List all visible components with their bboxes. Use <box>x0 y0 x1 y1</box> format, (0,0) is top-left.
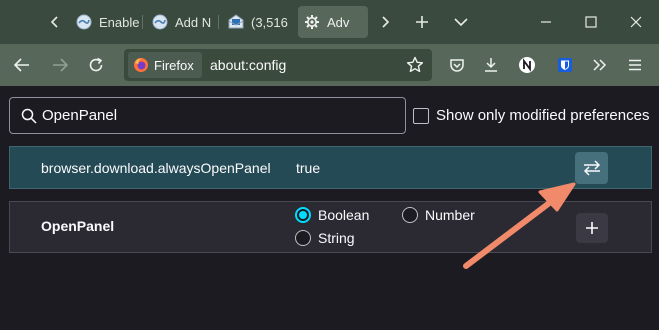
reload-button[interactable] <box>82 51 110 79</box>
arrow-right-icon <box>53 58 68 72</box>
tab-enable[interactable]: Enable <box>70 6 140 38</box>
extension-n-button[interactable] <box>513 51 541 79</box>
show-modified-label: Show only modified preferences <box>436 107 650 124</box>
maximize-button[interactable] <box>577 8 605 36</box>
extension-n-icon <box>519 57 535 73</box>
type-number-radio[interactable]: Number <box>402 207 475 223</box>
type-boolean-label: Boolean <box>318 207 370 223</box>
reload-icon <box>89 57 103 72</box>
double-chevron-right-icon <box>593 59 607 71</box>
tab-strip: Enable Add N (3,516 Adv <box>0 0 659 44</box>
firefox-logo-icon <box>134 58 148 72</box>
close-icon <box>630 16 642 28</box>
bookmark-star-button[interactable] <box>406 56 424 74</box>
search-input-value: OpenPanel <box>42 107 118 124</box>
minimize-icon <box>541 21 551 23</box>
tab-divider <box>142 15 143 29</box>
tab-title: Adv <box>327 14 350 30</box>
new-preference-name: OpenPanel <box>41 218 115 234</box>
search-icon <box>21 108 37 124</box>
address-bar[interactable]: Firefox about:config <box>124 49 432 81</box>
star-icon <box>406 56 424 73</box>
preference-name: browser.download.alwaysOpenPanel <box>41 160 271 176</box>
forward-button[interactable] <box>46 51 74 79</box>
url-text: about:config <box>210 57 287 73</box>
maximize-icon <box>585 16 597 28</box>
pocket-icon <box>450 59 464 72</box>
preference-search-input[interactable]: OpenPanel <box>9 97 406 134</box>
identity-label: Firefox <box>154 57 194 73</box>
show-modified-toggle[interactable]: Show only modified preferences <box>413 107 649 124</box>
gear-icon <box>304 14 320 30</box>
chevron-right-icon <box>382 16 390 28</box>
radio-dot[interactable] <box>402 207 418 223</box>
tab-add-n[interactable]: Add N <box>146 6 212 38</box>
preference-row[interactable]: browser.download.alwaysOpenPanel true <box>9 146 652 189</box>
navigation-toolbar: Firefox about:config <box>0 44 659 86</box>
tab-title: Enable <box>99 14 140 30</box>
inbox-icon <box>228 14 244 30</box>
downloads-button[interactable] <box>477 51 505 79</box>
radio-dot[interactable] <box>295 230 311 246</box>
type-string-label: String <box>318 230 355 246</box>
scroll-tabs-left-button[interactable] <box>44 8 66 36</box>
identity-box[interactable]: Firefox <box>128 52 202 78</box>
shield-icon <box>558 58 572 72</box>
radio-dot[interactable] <box>295 207 311 223</box>
tab-title: (3,516 <box>251 14 288 30</box>
back-button[interactable] <box>8 51 36 79</box>
download-icon <box>485 58 497 72</box>
plus-icon <box>416 16 428 28</box>
chevron-down-icon <box>454 18 468 27</box>
swap-arrows-icon <box>583 160 600 176</box>
new-tab-button[interactable] <box>408 8 436 36</box>
tab-title: Add N <box>175 14 212 30</box>
tab-divider <box>218 15 219 29</box>
chevron-left-icon <box>50 16 58 28</box>
hamburger-menu-icon <box>629 59 641 71</box>
add-preference-button[interactable] <box>576 213 608 243</box>
pocket-button[interactable] <box>443 51 471 79</box>
bitwarden-extension-button[interactable] <box>551 51 579 79</box>
application-menu-button[interactable] <box>621 51 649 79</box>
type-number-label: Number <box>425 207 475 223</box>
arrow-left-icon <box>14 58 29 72</box>
type-boolean-radio[interactable]: Boolean <box>295 207 369 223</box>
type-string-radio[interactable]: String <box>295 230 355 246</box>
show-modified-checkbox[interactable] <box>413 107 429 124</box>
toggle-preference-button[interactable] <box>575 152 608 184</box>
tab-advanced-preferences[interactable]: Adv <box>298 6 368 38</box>
tab-inbox[interactable]: (3,516 <box>222 6 288 38</box>
plus-icon <box>586 222 598 234</box>
more-tools-button[interactable] <box>586 51 614 79</box>
web-icon <box>76 14 92 30</box>
minimize-button[interactable] <box>532 8 560 36</box>
list-all-tabs-button[interactable] <box>447 8 475 36</box>
scroll-tabs-right-button[interactable] <box>374 8 396 36</box>
web-icon <box>152 14 168 30</box>
preference-value: true <box>296 160 321 176</box>
close-window-button[interactable] <box>622 8 650 36</box>
